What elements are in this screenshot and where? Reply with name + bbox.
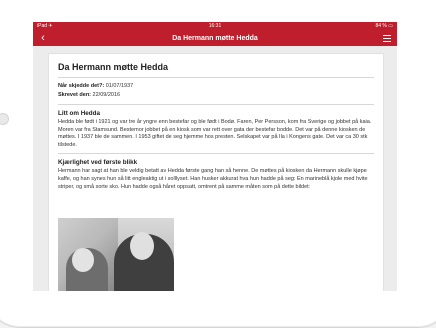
page-title: Da Hermann møtte Hedda bbox=[58, 62, 169, 72]
hamburger-menu-icon bbox=[383, 35, 391, 36]
couple-photo[interactable] bbox=[58, 218, 174, 291]
section-heading: Litt om Hedda bbox=[58, 110, 100, 117]
event-date-row: Når skjedde det?: 01/07/1937 bbox=[58, 82, 374, 91]
section-body: Hedda ble født i 1921 og var tre år yngr… bbox=[58, 119, 372, 148]
written-date-label: Skrevet den: bbox=[58, 92, 92, 98]
event-date-label: Når skjedde det?: bbox=[58, 83, 105, 89]
divider bbox=[58, 153, 374, 155]
status-bar: iPad ✈ 16:31 84 % ▭ bbox=[33, 22, 397, 31]
home-button bbox=[0, 113, 9, 125]
divider bbox=[58, 77, 374, 78]
section-body: Hermann har sagt at han ble veldig betat… bbox=[58, 168, 368, 190]
status-time: 16:31 bbox=[208, 23, 222, 29]
article-card: Da Hermann møtte Hedda Når skjedde det?:… bbox=[48, 53, 384, 291]
nav-title: Da Hermann møtte Hedda bbox=[172, 35, 258, 42]
navigation-bar: ‹ Da Hermann møtte Hedda bbox=[33, 31, 397, 46]
divider bbox=[58, 104, 374, 105]
event-date-value: 01/07/1937 bbox=[105, 83, 134, 89]
written-date-row: Skrevet den: 22/09/2016 bbox=[58, 91, 374, 100]
screen: iPad ✈ 16:31 84 % ▭ ‹ Da Hermann møtte H… bbox=[33, 22, 397, 291]
section-heading: Kjærlighet ved første blikk bbox=[58, 159, 138, 167]
battery-indicator: 84 % ▭ bbox=[375, 23, 393, 29]
article-content: Da Hermann møtte Hedda Når skjedde det?:… bbox=[58, 61, 374, 191]
menu-button[interactable] bbox=[383, 35, 391, 42]
written-date-value: 22/09/2016 bbox=[92, 92, 121, 98]
